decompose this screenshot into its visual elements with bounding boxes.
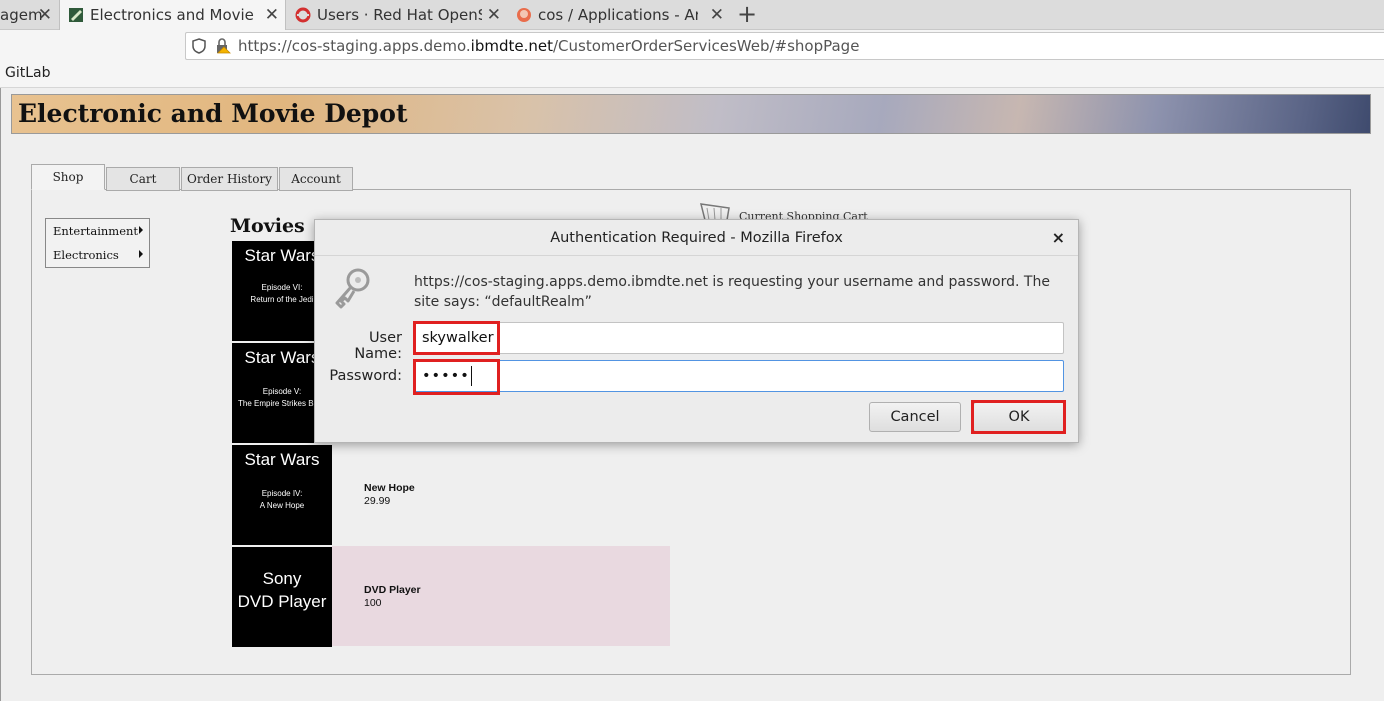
tab-cart[interactable]: Cart	[106, 167, 180, 191]
cancel-button[interactable]: Cancel	[869, 402, 961, 432]
password-field[interactable]: •••••	[414, 360, 1064, 392]
poster-title: Star Wars	[244, 450, 320, 469]
browser-tab[interactable]: agem ✕	[0, 0, 58, 30]
shield-icon[interactable]	[192, 38, 206, 54]
menu-item-electronics[interactable]: Electronics	[53, 248, 143, 262]
product-name: New Hope	[364, 482, 415, 494]
close-tab-icon[interactable]: ✕	[487, 5, 501, 25]
product-info[interactable]: DVD Player 100	[364, 584, 421, 610]
url-prefix: https://cos-staging.apps.demo.	[238, 37, 471, 55]
site-banner: Electronic and Movie Depot	[11, 94, 1371, 134]
site-title: Electronic and Movie Depot	[18, 99, 408, 128]
auth-dialog: Authentication Required - Mozilla Firefo…	[314, 219, 1079, 443]
tab-title: agem	[0, 6, 43, 24]
new-tab-icon[interactable]: +	[737, 1, 757, 27]
bookmarks-toolbar: GitLab	[0, 62, 1384, 88]
tab-account[interactable]: Account	[279, 167, 353, 191]
dialog-message: https://cos-staging.apps.demo.ibmdte.net…	[414, 274, 1050, 310]
product-price: 100	[364, 597, 382, 609]
menu-item-label: Electronics	[53, 248, 119, 262]
tab-title: Electronics and Movie Dep	[90, 6, 260, 24]
url-bar[interactable]: https://cos-staging.apps.demo.ibmdte.net…	[185, 32, 1384, 60]
category-menu: Entertainment Electronics	[45, 218, 150, 268]
close-tab-icon[interactable]: ✕	[710, 5, 724, 25]
tab-shop[interactable]: Shop	[31, 164, 105, 190]
product-name: DVD Player	[364, 584, 421, 596]
tab-title: cos / Applications - Argo	[538, 6, 698, 24]
browser-tab-strip: agem ✕ Electronics and Movie Dep ✕ Users…	[0, 0, 1384, 30]
argo-favicon-icon	[517, 8, 531, 22]
insecure-lock-icon[interactable]	[214, 38, 232, 54]
close-icon[interactable]: ×	[1052, 228, 1065, 247]
poster-title: DVD Player	[237, 592, 327, 611]
url-text: https://cos-staging.apps.demo.ibmdte.net…	[238, 37, 859, 55]
username-label: User Name:	[354, 330, 402, 362]
bookmark-gitlab[interactable]: GitLab	[5, 65, 51, 81]
menu-item-entertainment[interactable]: Entertainment	[53, 224, 143, 238]
password-value: •••••	[422, 368, 470, 384]
url-domain: ibmdte.net	[470, 37, 553, 55]
password-label: Password:	[329, 368, 402, 384]
close-tab-icon[interactable]: ✕	[265, 5, 279, 25]
openshift-favicon-icon	[295, 7, 311, 23]
section-heading: Movies	[230, 215, 305, 237]
username-value: skywalker	[422, 330, 494, 346]
text-cursor	[470, 366, 472, 386]
product-info[interactable]: New Hope 29.99	[364, 482, 415, 508]
poster-subtitle: A New Hope	[259, 501, 305, 510]
dialog-title: Authentication Required - Mozilla Firefo…	[315, 220, 1078, 256]
username-field[interactable]: skywalker	[414, 322, 1064, 354]
tab-order-history[interactable]: Order History	[181, 167, 278, 191]
url-suffix: /CustomerOrderServicesWeb/#shopPage	[552, 37, 860, 55]
poster-title: Sony	[262, 569, 302, 588]
browser-tab[interactable]: cos / Applications - Argo ✕	[508, 0, 730, 30]
browser-tab-active[interactable]: Electronics and Movie Dep ✕	[59, 0, 286, 30]
submenu-arrow-icon	[139, 250, 143, 258]
ok-button[interactable]: OK	[973, 402, 1065, 432]
browser-tab[interactable]: Users · Red Hat OpenShif ✕	[287, 0, 507, 30]
app-favicon-icon	[69, 8, 83, 22]
menu-item-label: Entertainment	[53, 224, 139, 238]
poster-subtitle: Episode IV:	[261, 489, 303, 498]
close-tab-icon[interactable]: ✕	[38, 5, 52, 25]
product-image[interactable]: Sony DVD Player	[232, 547, 332, 647]
product-price: 29.99	[364, 495, 391, 507]
product-image[interactable]: Star Wars Episode IV: A New Hope	[232, 445, 332, 545]
tab-title: Users · Red Hat OpenShif	[317, 6, 482, 24]
navigation-bar: https://cos-staging.apps.demo.ibmdte.net…	[0, 30, 1384, 62]
key-icon	[335, 268, 370, 309]
submenu-arrow-icon	[139, 226, 143, 234]
